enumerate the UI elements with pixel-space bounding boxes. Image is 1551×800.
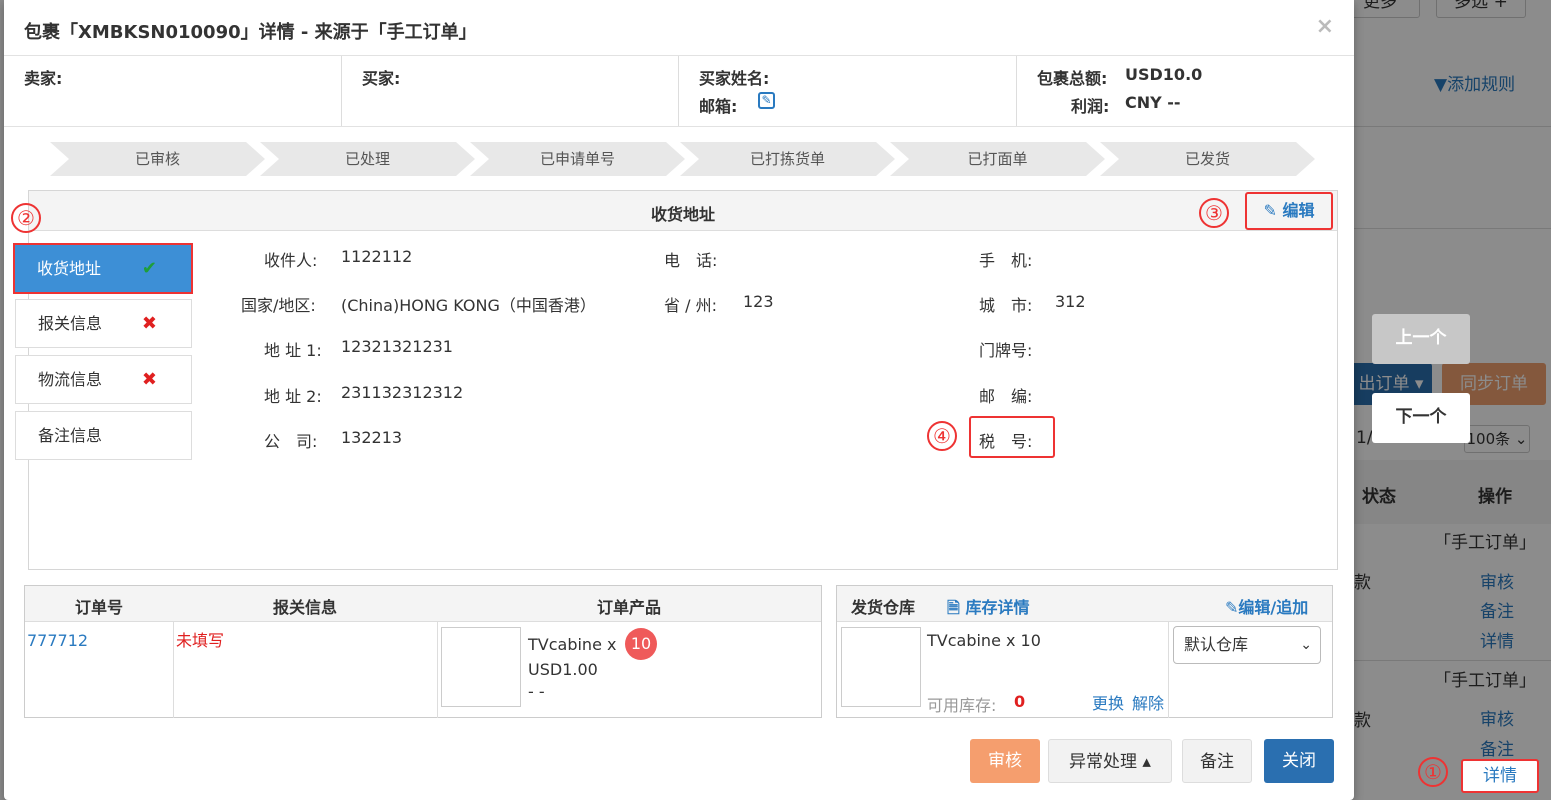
tax-number-highlight: 税 号: [969,416,1055,458]
edit-icon: ✎ [1225,598,1239,617]
close-button[interactable]: 关闭 [1264,739,1334,783]
warehouse-select[interactable]: 默认仓库 ⌄ [1173,626,1321,664]
warehouse-header: 发货仓库 [851,598,916,617]
prev-button[interactable]: 上一个 [1372,314,1470,364]
warehouse-product-thumbnail [841,627,921,707]
customs-header: 报关信息 [272,598,337,617]
check-icon: ✔ [141,258,157,279]
step-processed: 已处理 [260,142,475,176]
chevron-down-icon: ⌄ [1300,637,1312,653]
province-value: 123 [743,292,774,311]
address-panel: 收货地址 ✎ 编辑 收件人: 1122112 电 话: 手 机: 国家/地区: … [28,190,1338,570]
available-stock-value: 0 [1014,692,1026,711]
tab-shipping-address[interactable]: 收货地址 ✔ [13,243,193,294]
products-header: 订单产品 [596,598,661,617]
cross-icon: ✖ [141,369,157,390]
row2-detail-link[interactable]: 详情 [1461,759,1539,793]
address1-value: 12321321231 [341,337,453,356]
tab-logistics-info[interactable]: 物流信息 ✖ [15,355,192,404]
step-label-printed: 已打面单 [890,142,1105,176]
total-value: USD10.0 [1125,65,1203,84]
edit-address-button[interactable]: ✎ 编辑 [1245,192,1333,230]
document-icon: 🗎 [947,598,960,617]
close-icon[interactable]: × [1316,14,1334,39]
step-audited: 已审核 [50,142,265,176]
tab-customs-info[interactable]: 报关信息 ✖ [15,299,192,348]
annotation-4: ④ [927,421,957,451]
product-thumbnail [441,627,521,707]
step-picklist-printed: 已打拣货单 [680,142,895,176]
next-button[interactable]: 下一个 [1372,393,1470,443]
product-price: USD1.00 [528,660,598,679]
profit-value: CNY -- [1125,93,1181,112]
warehouse-table: 发货仓库 🗎 库存详情 ✎编辑/追加 TVcabine x 10 可用库存: 0… [836,585,1333,718]
release-link[interactable]: 解除 [1132,690,1164,714]
edit-email-icon[interactable]: ✎ [758,92,775,109]
modal-title: 包裹「XMBKSN010090」详情 - 来源于「手工订单」 [24,22,477,43]
buyer-name-cell: 买家姓名: 邮箱: ✎ [679,56,1017,126]
order-number-link[interactable]: 777712 [27,631,88,650]
city-value: 312 [1055,292,1086,311]
company-value: 132213 [341,428,403,447]
buyer-cell: 买家: [342,56,679,126]
order-no-header: 订单号 [74,598,123,617]
annotation-2: ② [11,203,41,233]
country-value: (China)HONG KONG（中国香港） [341,296,596,315]
approve-button[interactable]: 审核 [970,739,1040,783]
step-shipped: 已发货 [1100,142,1315,176]
package-detail-modal: 包裹「XMBKSN010090」详情 - 来源于「手工订单」 × 卖家: 买家:… [4,0,1354,800]
warehouse-item: TVcabine x 10 [927,631,1041,650]
note-button[interactable]: 备注 [1182,739,1252,783]
step-tracking-applied: 已申请单号 [470,142,685,176]
customs-status: 未填写 [176,631,225,650]
address-panel-title: 收货地址 [650,205,715,224]
stock-detail-link[interactable]: 🗎 库存详情 [947,594,1029,624]
recipient-value: 1122112 [341,247,413,266]
exception-handling-button[interactable]: 异常处理 ▴ [1048,739,1172,783]
seller-cell: 卖家: [4,56,342,126]
progress-steps: 已审核 已处理 已申请单号 已打拣货单 已打面单 已发货 [50,142,1330,176]
orders-table: 订单号 报关信息 订单产品 777712 未填写 TVcabine x 10 U… [24,585,822,718]
annotation-3: ③ [1199,198,1229,228]
product-name: TVcabine x [528,635,617,654]
annotation-1: ① [1418,757,1448,787]
cross-icon: ✖ [141,313,157,334]
product-extra: - - [528,682,545,701]
total-cell: 包裹总额: USD10.0 利润: CNY -- [1037,65,1203,116]
tab-remark-info[interactable]: 备注信息 [15,411,192,460]
replace-link[interactable]: 更换 [1092,690,1124,714]
edit-icon: ✎ [1263,201,1277,220]
edit-append-link[interactable]: ✎编辑/追加 [1225,594,1308,618]
quantity-badge: 10 [625,628,657,660]
address2-value: 231132312312 [341,383,464,402]
